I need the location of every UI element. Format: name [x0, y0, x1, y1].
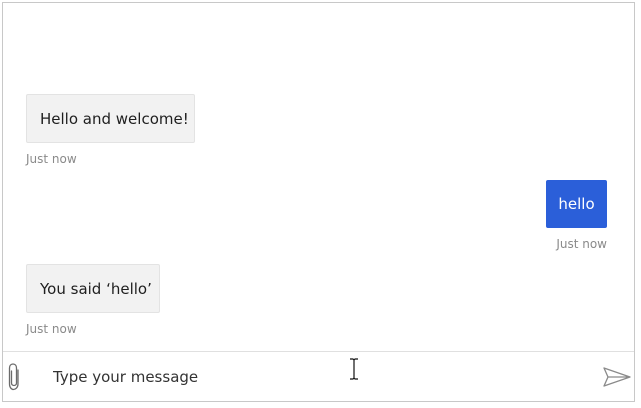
bot-message-bubble: Hello and welcome!	[26, 94, 195, 143]
message-timestamp: Just now	[26, 322, 77, 336]
chat-window: Hello and welcome! Just now hello Just n…	[2, 2, 635, 402]
send-box	[3, 351, 634, 401]
message-text: You said ‘hello’	[40, 279, 152, 298]
message-text: hello	[558, 195, 595, 213]
transcript[interactable]: Hello and welcome! Just now hello Just n…	[3, 3, 634, 353]
message-timestamp: Just now	[26, 152, 77, 166]
message-timestamp: Just now	[556, 237, 607, 251]
send-button[interactable]	[600, 352, 634, 401]
message-text: Hello and welcome!	[40, 109, 189, 128]
message-input[interactable]	[53, 362, 593, 392]
bot-message-bubble: You said ‘hello’	[26, 264, 160, 313]
text-cursor-icon	[350, 358, 358, 380]
user-message-bubble: hello	[546, 180, 607, 228]
paperclip-icon	[8, 362, 19, 390]
send-icon	[603, 366, 631, 387]
attach-button[interactable]	[3, 352, 27, 401]
